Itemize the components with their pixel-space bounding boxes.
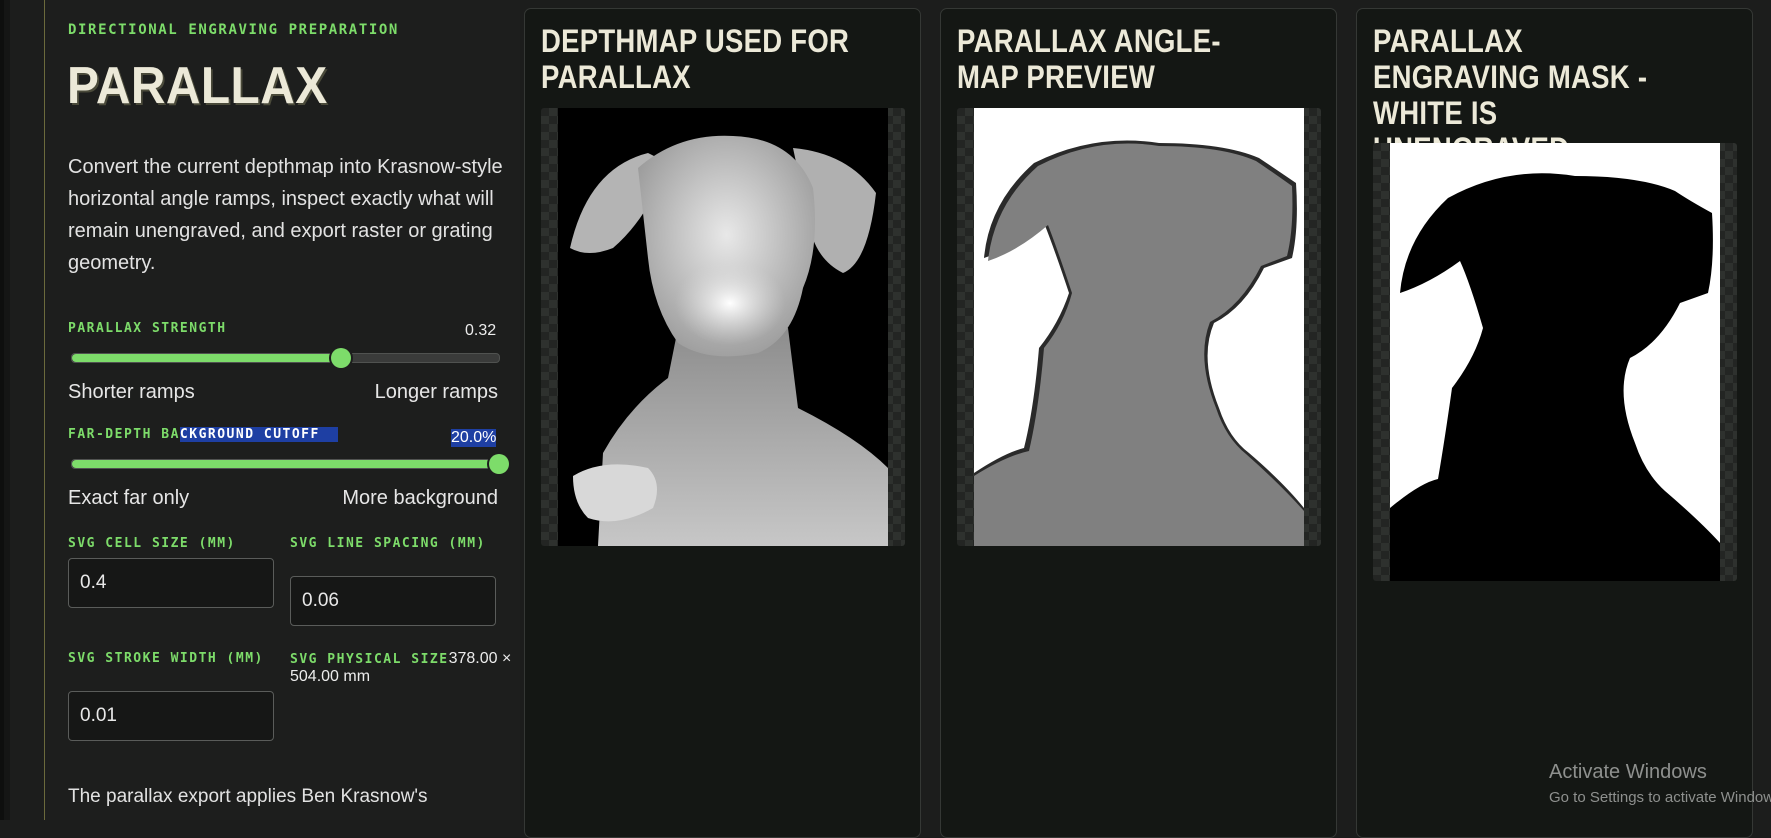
depthmap-panel: DEPTHMAP USED FOR PARALLAX xyxy=(524,8,921,838)
mask-panel: PARALLAX ENGRAVING MASK - WHITE IS UNENG… xyxy=(1356,8,1753,838)
cutoff-value: 20.0% xyxy=(451,429,497,447)
svg-line-spacing-label: SVG LINE SPACING (MM) xyxy=(290,536,486,551)
cutoff-label-part2: CKGROUND CUTOFF xyxy=(179,427,320,442)
angle-map-image-frame xyxy=(957,108,1321,546)
parallax-max-label: Longer ramps xyxy=(374,381,498,403)
svg-line-spacing-input[interactable]: 0.06 xyxy=(290,576,496,626)
svg-physical-size: SVG PHYSICAL SIZE378.00 × 504.00 mm xyxy=(290,650,515,686)
windows-watermark-title: Activate Windows xyxy=(1549,761,1707,783)
svg-physical-size-label: SVG PHYSICAL SIZE xyxy=(290,652,449,667)
svg-cell-size-input[interactable]: 0.4 xyxy=(68,558,274,608)
depthmap-image xyxy=(558,108,888,546)
parallax-strength-fill xyxy=(72,354,341,362)
depthmap-panel-title: DEPTHMAP USED FOR PARALLAX xyxy=(541,23,850,95)
svg-stroke-width-label: SVG STROKE WIDTH (MM) xyxy=(68,651,264,666)
cutoff-fill xyxy=(72,460,499,468)
cutoff-label: FAR-DEPTH BACKGROUND CUTOFF xyxy=(68,426,339,443)
sidebar-divider xyxy=(44,0,45,820)
parallax-strength-label: PARALLAX STRENGTH xyxy=(68,321,227,336)
rail-edge xyxy=(0,0,4,820)
mask-image-frame xyxy=(1373,143,1737,581)
angle-map-panel-title: PARALLAX ANGLE-MAP PREVIEW xyxy=(957,23,1221,95)
cutoff-max-label: More background xyxy=(342,487,498,509)
cutoff-slider[interactable] xyxy=(71,454,509,474)
parallax-strength-slider[interactable] xyxy=(71,348,500,368)
parallax-min-label: Shorter ramps xyxy=(68,381,195,403)
svg-cell-size-label: SVG CELL SIZE (MM) xyxy=(68,536,236,551)
parallax-strength-value: 0.32 xyxy=(465,322,497,339)
depthmap-image-frame xyxy=(541,108,905,546)
cutoff-label-selection xyxy=(319,427,339,442)
svg-stroke-width-input[interactable]: 0.01 xyxy=(68,691,274,741)
left-rail xyxy=(0,0,10,820)
section-eyebrow: DIRECTIONAL ENGRAVING PREPARATION xyxy=(68,22,399,38)
cutoff-thumb[interactable] xyxy=(489,454,509,474)
angle-map-panel: PARALLAX ANGLE-MAP PREVIEW xyxy=(940,8,1337,838)
parallax-strength-thumb[interactable] xyxy=(331,348,351,368)
windows-watermark-subtitle: Go to Settings to activate Windows. xyxy=(1549,789,1771,806)
cutoff-label-part1: FAR-DEPTH BA xyxy=(68,427,180,442)
cutoff-min-label: Exact far only xyxy=(68,487,190,509)
page-title: PARALLAX xyxy=(67,57,328,115)
mask-image xyxy=(1390,143,1720,581)
export-note: The parallax export applies Ben Krasnow'… xyxy=(68,786,428,807)
description: Convert the current depthmap into Krasno… xyxy=(68,156,503,274)
angle-map-image xyxy=(974,108,1304,546)
